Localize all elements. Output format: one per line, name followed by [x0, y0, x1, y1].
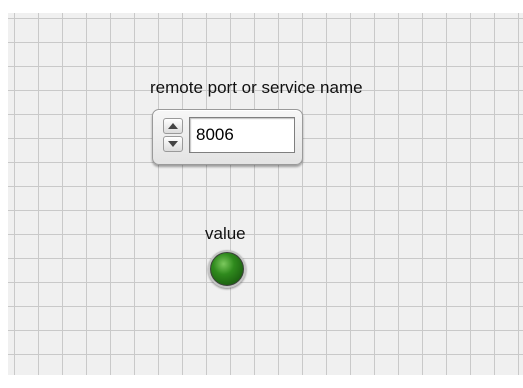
arrow-down-icon	[168, 141, 178, 147]
front-panel	[8, 13, 523, 375]
arrow-up-icon	[168, 123, 178, 129]
port-input[interactable]: 8006	[189, 117, 295, 153]
port-label: remote port or service name	[150, 78, 363, 97]
decrement-button[interactable]	[163, 136, 183, 152]
port-numeric-control[interactable]: 8006	[152, 109, 303, 165]
value-led-indicator	[208, 250, 246, 288]
increment-button[interactable]	[163, 118, 183, 134]
spin-buttons	[163, 118, 183, 152]
value-label: value	[205, 224, 246, 243]
